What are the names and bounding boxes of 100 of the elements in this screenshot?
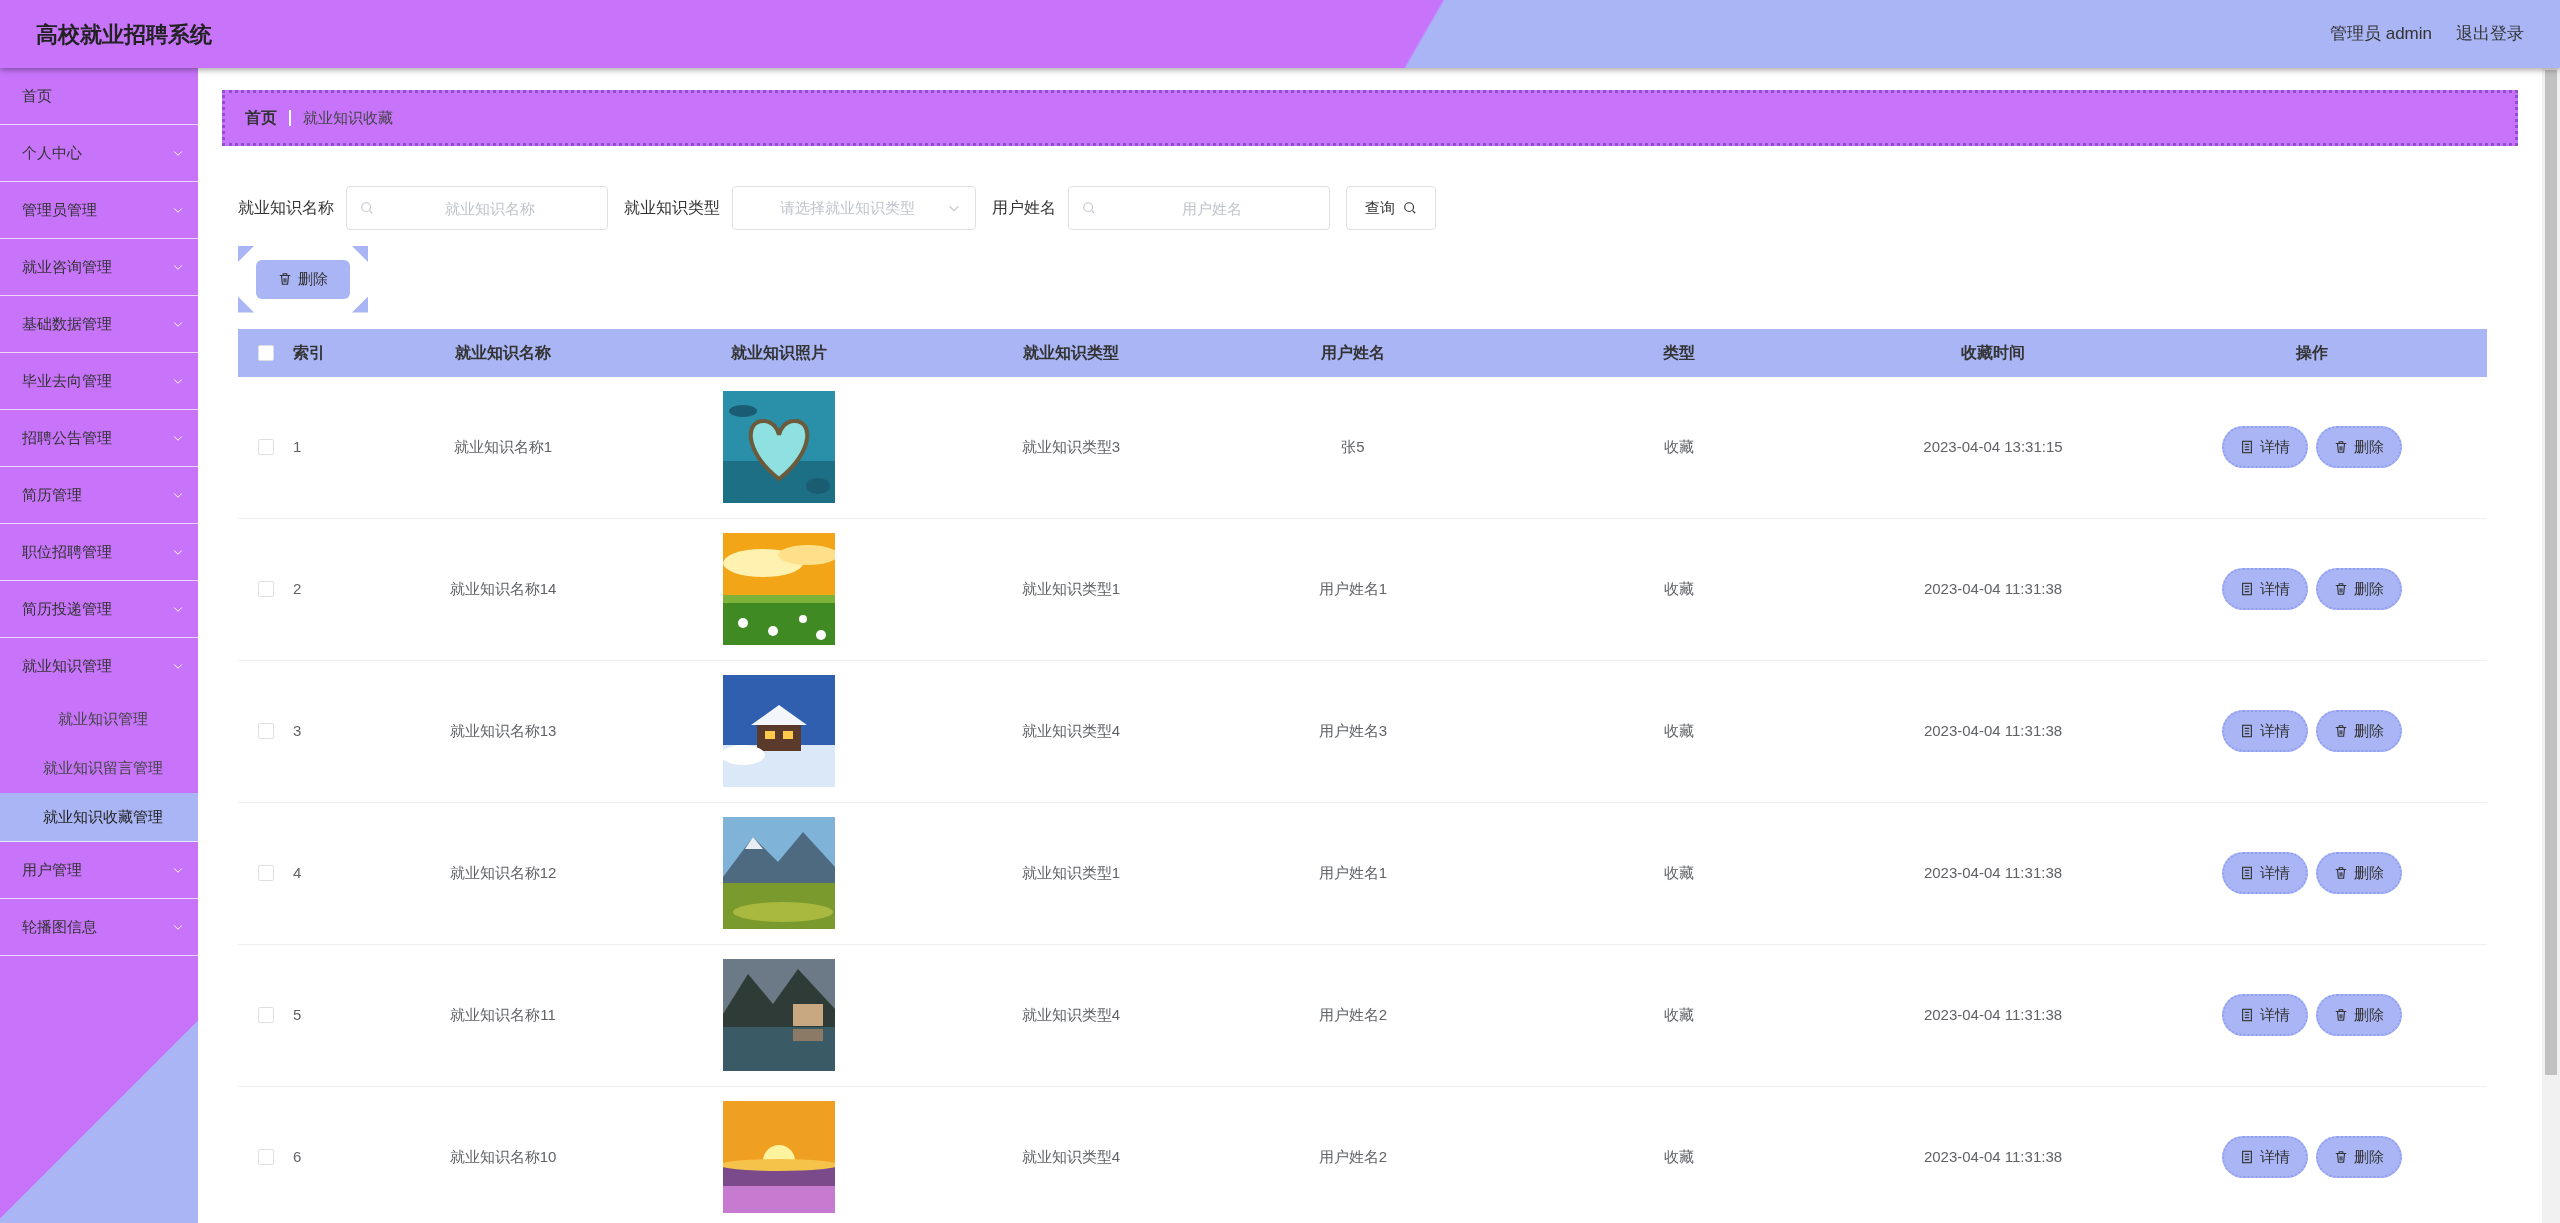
sidebar-item[interactable]: 首页 <box>0 68 198 125</box>
details-button[interactable]: 详情 <box>2222 567 2308 611</box>
table-cell-text: 用户姓名2 <box>1317 1004 1389 1025</box>
trash-icon <box>2334 582 2348 596</box>
table-cell-text: 就业知识类型4 <box>1020 720 1122 741</box>
table-cell-text: 用户姓名2 <box>1317 1146 1389 1167</box>
table-cell-text: 2023-04-04 11:31:38 <box>1922 1146 2064 1167</box>
table-cell-text: 收藏 <box>1663 578 1695 599</box>
table-cell-text: 就业知识类型1 <box>1020 578 1122 599</box>
table-cell-text: 就业知识名称10 <box>448 1146 558 1167</box>
column-header: 索引 <box>293 342 326 363</box>
document-icon <box>2240 440 2254 454</box>
logout-link[interactable]: 退出登录 <box>2456 21 2524 47</box>
search-field[interactable]: 用户姓名 <box>1068 186 1330 230</box>
sidebar-item[interactable]: 用户管理 <box>0 842 198 899</box>
table-cell-text: 4 <box>293 862 303 883</box>
app-title: 高校就业招聘系统 <box>36 20 212 49</box>
sidebar-item[interactable]: 就业知识管理 <box>0 638 198 695</box>
row-checkbox[interactable] <box>258 723 274 739</box>
column-header: 就业知识名称 <box>454 342 552 363</box>
sidebar-item[interactable]: 管理员管理 <box>0 182 198 239</box>
table-cell-text: 就业知识名称12 <box>448 862 558 883</box>
table-cell-text: 6 <box>293 1146 303 1167</box>
column-header: 类型 <box>1662 342 1696 363</box>
row-checkbox[interactable] <box>258 865 274 881</box>
document-icon <box>2240 1150 2254 1164</box>
search-field[interactable]: 就业知识名称 <box>346 186 608 230</box>
table-cell-text: 用户姓名1 <box>1317 578 1389 599</box>
sidebar-item[interactable]: 简历投递管理 <box>0 581 198 638</box>
row-checkbox[interactable] <box>258 439 274 455</box>
sidebar-item[interactable]: 简历管理 <box>0 467 198 524</box>
table-cell-text: 5 <box>293 1004 303 1025</box>
column-header: 用户姓名 <box>1320 342 1386 363</box>
table-cell-text: 3 <box>293 720 303 741</box>
sidebar-subitem[interactable]: 就业知识管理 <box>0 695 198 744</box>
table-cell-text: 就业知识类型3 <box>1020 436 1122 457</box>
table-cell-text: 就业知识类型4 <box>1020 1004 1122 1025</box>
column-header: 操作 <box>2294 342 2329 363</box>
table-cell-text: 2023-04-04 13:31:15 <box>1922 436 2064 457</box>
table-cell-text: 2 <box>293 578 303 599</box>
table-cell-text: 1 <box>293 436 303 457</box>
details-button[interactable]: 详情 <box>2222 709 2308 753</box>
table-cell-text: 就业知识名称11 <box>449 1004 557 1025</box>
table-cell-text: 就业知识名称13 <box>448 720 558 741</box>
select-all-checkbox[interactable] <box>258 344 274 361</box>
delete-button[interactable]: 删除 <box>2316 567 2402 611</box>
sidebar-item[interactable]: 职位招聘管理 <box>0 524 198 581</box>
table-cell-text: 收藏 <box>1663 1146 1695 1167</box>
filter-label: 就业知识名称 <box>238 198 334 218</box>
sidebar-subitem[interactable]: 就业知识留言管理 <box>0 744 198 793</box>
row-checkbox[interactable] <box>258 1149 274 1165</box>
breadcrumb-link[interactable]: 首页 <box>245 106 277 130</box>
sidebar-subitem[interactable]: 就业知识收藏管理 <box>0 793 198 842</box>
table-cell-text: 收藏 <box>1663 720 1695 741</box>
trash-icon <box>2334 724 2348 738</box>
search-icon <box>1403 201 1417 215</box>
details-button[interactable]: 详情 <box>2222 1135 2308 1179</box>
search-button[interactable]: 查询 <box>1346 186 1436 230</box>
sidebar-item[interactable]: 毕业去向管理 <box>0 353 198 410</box>
delete-button[interactable]: 删除 <box>2316 993 2402 1037</box>
table-cell-text: 收藏 <box>1663 436 1695 457</box>
trash-icon <box>2334 866 2348 880</box>
trash-icon <box>278 272 292 287</box>
filter-label: 用户姓名 <box>992 198 1056 218</box>
row-checkbox[interactable] <box>258 1007 274 1023</box>
table-cell-text: 就业知识名称1 <box>452 436 554 457</box>
table-cell-text: 2023-04-04 11:31:38 <box>1922 578 2064 599</box>
document-icon <box>2240 724 2254 738</box>
table-cell-text: 2023-04-04 11:31:38 <box>1922 720 2064 741</box>
sidebar-item[interactable]: 招聘公告管理 <box>0 410 198 467</box>
delete-button[interactable]: 删除 <box>2316 1135 2402 1179</box>
table-cell-text: 收藏 <box>1663 862 1695 883</box>
sidebar-item[interactable]: 轮播图信息 <box>0 899 198 956</box>
scrollbar[interactable] <box>2542 68 2560 1223</box>
table-cell-text: 用户姓名3 <box>1317 720 1389 741</box>
search-icon <box>360 201 374 215</box>
details-button[interactable]: 详情 <box>2222 425 2308 469</box>
details-button[interactable]: 详情 <box>2222 993 2308 1037</box>
table-cell-text: 2023-04-04 11:31:38 <box>1922 1004 2064 1025</box>
table-cell-text: 张5 <box>1340 436 1366 457</box>
table-cell-text: 就业知识名称14 <box>448 578 558 599</box>
search-icon <box>1082 201 1096 215</box>
filter-label: 就业知识类型 <box>624 198 720 218</box>
table-cell-text: 就业知识类型4 <box>1020 1146 1122 1167</box>
sidebar-item[interactable]: 就业咨询管理 <box>0 239 198 296</box>
delete-button[interactable]: 删除 <box>238 246 368 313</box>
user-label: 管理员 admin <box>2329 23 2432 46</box>
table-cell-text: 2023-04-04 11:31:38 <box>1922 862 2064 883</box>
trash-icon <box>2334 440 2348 454</box>
delete-button[interactable]: 删除 <box>2316 709 2402 753</box>
details-button[interactable]: 详情 <box>2222 851 2308 895</box>
row-checkbox[interactable] <box>258 581 274 597</box>
sidebar-item[interactable]: 基础数据管理 <box>0 296 198 353</box>
column-header: 就业知识类型 <box>1022 342 1120 363</box>
delete-button[interactable]: 删除 <box>2316 851 2402 895</box>
sidebar-item[interactable]: 个人中心 <box>0 125 198 182</box>
document-icon <box>2240 582 2254 596</box>
trash-icon <box>2334 1150 2348 1164</box>
delete-button[interactable]: 删除 <box>2316 425 2402 469</box>
column-header: 就业知识照片 <box>730 342 828 363</box>
